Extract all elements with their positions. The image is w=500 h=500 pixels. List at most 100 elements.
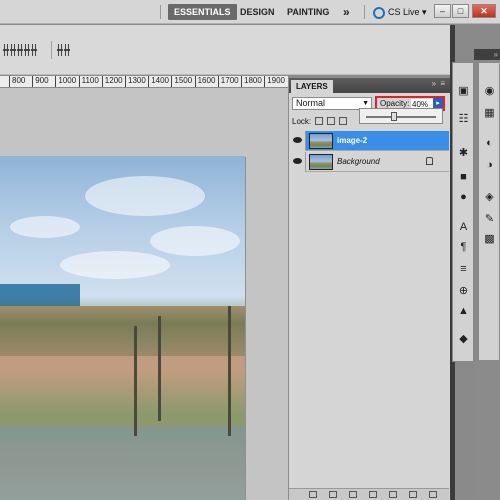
stamp-icon[interactable]: ▲ bbox=[457, 305, 470, 318]
styles-icon[interactable]: ◈ bbox=[483, 191, 496, 204]
distribute-options bbox=[57, 44, 70, 56]
more-workspaces-button[interactable]: » bbox=[337, 4, 354, 20]
layer-row[interactable]: Background bbox=[289, 152, 449, 172]
ruler-tick-label: 1100 bbox=[78, 76, 99, 87]
palm-trunk bbox=[134, 326, 137, 436]
tool-presets-icon[interactable]: ≡ bbox=[457, 263, 470, 276]
lock-position-icon[interactable] bbox=[339, 117, 348, 125]
panel-menu-icon[interactable]: » ≡ bbox=[432, 79, 446, 88]
horizontal-ruler: 800 900 1000 1100 1200 1300 1400 1500 1600 1700 18… bbox=[0, 76, 288, 88]
ruler-tick-label: 1600 bbox=[194, 76, 215, 87]
blend-mode-value: Normal bbox=[296, 98, 326, 108]
palm-trunk bbox=[158, 316, 161, 421]
layers-footer bbox=[289, 488, 449, 500]
adjustment-layer-icon[interactable] bbox=[369, 491, 377, 498]
adjustments-icon[interactable]: ◐ bbox=[483, 137, 496, 150]
mask-icon[interactable] bbox=[349, 491, 357, 498]
document-canvas[interactable] bbox=[0, 88, 288, 500]
tab-layers[interactable]: LAYERS bbox=[291, 80, 333, 93]
options-bar bbox=[0, 25, 450, 75]
eye-icon bbox=[293, 158, 302, 164]
ruler-tick-label: 1900 bbox=[264, 76, 285, 87]
cloud bbox=[150, 226, 240, 256]
layer-row[interactable]: image-2 bbox=[289, 131, 449, 151]
distribute-icon[interactable] bbox=[64, 44, 70, 56]
new-group-icon[interactable] bbox=[389, 491, 397, 498]
ruler-tick-label: 1400 bbox=[148, 76, 169, 87]
divider bbox=[364, 5, 365, 19]
clone-source-icon[interactable]: ⊕ bbox=[457, 285, 470, 298]
masks-icon[interactable]: ◑ bbox=[483, 159, 496, 172]
ruler-tick-label: 1700 bbox=[217, 76, 239, 87]
channels-icon[interactable]: ▩ bbox=[483, 233, 496, 246]
color-icon[interactable]: ◉ bbox=[483, 85, 496, 98]
layer-style-icon[interactable] bbox=[329, 491, 337, 498]
align-left-icon[interactable] bbox=[3, 44, 9, 56]
cs-live-menu[interactable]: CS Live ▾ bbox=[373, 4, 427, 20]
ruler-tick-label: 1200 bbox=[101, 76, 123, 87]
panel-icon-bar: ◉ ▦ ◐ ◑ ◈ ✎ ▩ bbox=[478, 62, 500, 362]
paths-icon[interactable]: ✎ bbox=[483, 213, 496, 226]
lock-label: Lock: bbox=[292, 116, 312, 126]
layer-thumbnail bbox=[309, 154, 333, 170]
opacity-slider-thumb[interactable] bbox=[391, 112, 397, 121]
swatches-icon[interactable]: ▦ bbox=[483, 107, 496, 120]
maximize-button[interactable]: □ bbox=[452, 4, 469, 18]
photo-lagoon bbox=[0, 426, 245, 500]
align-center-icon[interactable] bbox=[10, 44, 16, 56]
character-icon[interactable]: A bbox=[457, 221, 470, 234]
opacity-slider-popup bbox=[359, 108, 443, 124]
visibility-toggle[interactable] bbox=[289, 131, 306, 151]
lock-pixels-icon[interactable] bbox=[327, 117, 336, 125]
align-middle-icon[interactable] bbox=[31, 44, 37, 56]
layer-thumbnail bbox=[309, 133, 333, 149]
lock-transparent-icon[interactable] bbox=[315, 117, 324, 125]
trash-icon[interactable] bbox=[429, 491, 437, 498]
align-top-icon[interactable] bbox=[24, 44, 30, 56]
lock-icon bbox=[426, 157, 433, 165]
lock-row: Lock: bbox=[292, 115, 348, 127]
workspace-essentials-button[interactable]: ESSENTIALS bbox=[168, 4, 237, 20]
opacity-slider-track[interactable] bbox=[366, 116, 436, 118]
collapse-panels-icon[interactable]: » bbox=[474, 49, 500, 60]
divider bbox=[51, 41, 52, 59]
panel-icon-bar: ▣ ☷ ✱ ■ ● A ¶ ≡ ⊕ ▲ ◆ bbox=[452, 62, 474, 362]
paragraph-icon[interactable]: ¶ bbox=[457, 241, 470, 254]
cloud bbox=[10, 216, 80, 238]
cloud bbox=[60, 251, 170, 279]
ruler-tick-label: 1500 bbox=[171, 76, 192, 87]
ruler-tick-label: 1800 bbox=[241, 76, 262, 87]
layers-icon[interactable]: ◆ bbox=[457, 333, 470, 346]
divider bbox=[160, 5, 161, 19]
link-layers-icon[interactable] bbox=[309, 491, 317, 498]
align-right-icon[interactable] bbox=[17, 44, 23, 56]
navigator-icon[interactable]: ■ bbox=[457, 171, 470, 184]
cs-live-icon bbox=[373, 6, 385, 19]
distribute-icon[interactable] bbox=[57, 44, 63, 56]
info-icon[interactable]: ● bbox=[457, 191, 470, 204]
photo-treeline bbox=[0, 296, 245, 356]
new-layer-icon[interactable] bbox=[409, 491, 417, 498]
workspace-painting-button[interactable]: PAINTING bbox=[281, 4, 335, 20]
empty-dock-area bbox=[478, 360, 500, 500]
layer-name: Background bbox=[337, 157, 380, 166]
minimize-button[interactable]: – bbox=[434, 4, 451, 18]
ruler-tick-label: 900 bbox=[32, 76, 49, 87]
layers-panel: LAYERS » ≡ Normal ▼ Opacity: 40% ▸ Lock:… bbox=[288, 78, 450, 500]
ruler-tick-label: 800 bbox=[9, 76, 25, 87]
close-button[interactable]: ✕ bbox=[472, 4, 496, 18]
palm-trunk bbox=[228, 306, 231, 436]
eye-icon bbox=[293, 137, 302, 143]
mini-bridge-icon[interactable]: ▣ bbox=[457, 85, 470, 98]
beach-photo bbox=[0, 156, 245, 500]
brushes-icon[interactable]: ✱ bbox=[457, 147, 470, 160]
layer-name: image-2 bbox=[337, 136, 368, 145]
history-icon[interactable]: ☷ bbox=[457, 113, 470, 126]
visibility-toggle[interactable] bbox=[289, 152, 306, 172]
workspace-design-button[interactable]: DESIGN bbox=[234, 4, 281, 20]
ruler-tick-label: 1300 bbox=[125, 76, 146, 87]
panel-header: LAYERS » ≡ bbox=[289, 78, 450, 93]
opacity-label: Opacity: bbox=[380, 99, 410, 108]
application-bar: ESSENTIALS DESIGN PAINTING » CS Live ▾ –… bbox=[0, 0, 500, 24]
ruler-tick-label: 1000 bbox=[55, 76, 76, 87]
